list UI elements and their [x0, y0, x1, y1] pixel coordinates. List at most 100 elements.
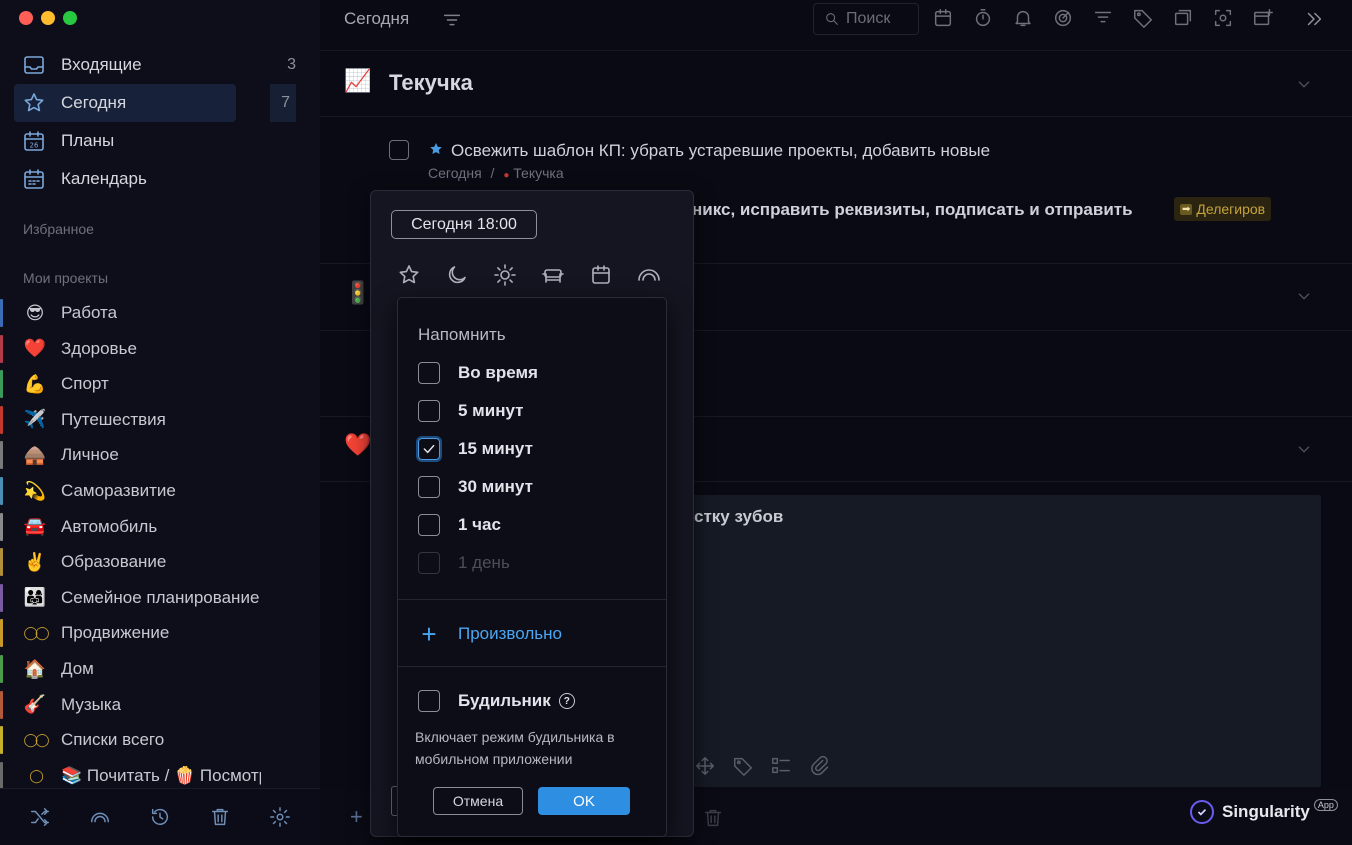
sidebar-item-plans[interactable]: 26 Планы [14, 122, 307, 160]
reminder-option[interactable]: Во время [418, 361, 538, 385]
task-edit-card: стку зубов [684, 495, 1321, 787]
cancel-button[interactable]: Отмена [433, 787, 523, 815]
project-color-bar [0, 726, 3, 755]
move-arrows-icon[interactable] [694, 755, 716, 777]
sidebar-item-calendar[interactable]: Календарь [14, 160, 307, 198]
chevron-down-icon[interactable] [1293, 285, 1315, 307]
project-label: Семейное планирование [61, 587, 260, 607]
chevron-down-icon[interactable] [1293, 438, 1315, 460]
project-label: Работа [61, 303, 118, 322]
sofa-icon[interactable] [541, 263, 565, 287]
project-color-bar [0, 583, 3, 612]
custom-reminder-button[interactable]: + Произвольно [418, 621, 562, 647]
window-controls [19, 11, 77, 25]
new-window-icon[interactable] [1252, 7, 1274, 29]
project-emoji-icon: 🛖 [23, 444, 47, 465]
task-title[interactable]: стку зубов [694, 507, 783, 527]
rainbow-icon[interactable] [637, 263, 661, 287]
alarm-label: Будильник [458, 691, 551, 710]
divider [398, 599, 666, 600]
calendar-icon[interactable] [589, 263, 613, 287]
trash-icon[interactable] [702, 807, 724, 829]
checklist-icon[interactable] [770, 755, 792, 777]
reminder-checkbox[interactable] [418, 514, 440, 536]
alarm-checkbox[interactable] [418, 690, 440, 712]
history-icon[interactable] [149, 806, 171, 828]
project-label: Здоровье [61, 338, 137, 358]
sidebar-project-item[interactable]: ✌️ Образование [0, 545, 300, 579]
sidebar-project-item[interactable]: 👨‍👩‍👧 Семейное планирование [0, 581, 300, 615]
sidebar-project-item[interactable]: 🚘 Автомобиль [0, 510, 300, 544]
sidebar-project-item[interactable]: 🏠 Дом [0, 652, 300, 686]
attachment-icon[interactable] [808, 755, 830, 777]
search-input[interactable]: Поиск [813, 3, 919, 35]
date-time-button[interactable]: Сегодня 18:00 [391, 210, 537, 239]
sun-icon[interactable] [493, 263, 517, 287]
top-bar: Сегодня Поиск [320, 0, 1352, 51]
close-window-button[interactable] [19, 11, 33, 25]
moon-icon[interactable] [445, 263, 469, 287]
reminder-option[interactable]: 5 минут [418, 399, 523, 423]
zoom-window-button[interactable] [63, 11, 77, 25]
help-icon[interactable]: ? [558, 693, 575, 709]
project-color-bar [0, 690, 3, 719]
reminder-checkbox[interactable] [418, 400, 440, 422]
rainbow-icon[interactable] [89, 806, 111, 828]
search-placeholder: Поиск [846, 10, 891, 27]
sidebar-project-item[interactable]: 😎 Работа [0, 296, 300, 330]
task-title[interactable]: никс, исправить реквизиты, подписать и о… [692, 200, 1133, 220]
group-emoji: 📈 [344, 68, 372, 93]
calendar-icon[interactable] [932, 7, 954, 29]
sidebar-item-inbox[interactable]: Входящие 3 [14, 46, 307, 84]
filter-icon[interactable] [1092, 7, 1114, 29]
reminder-option[interactable]: 30 минут [418, 475, 533, 499]
focus-icon[interactable] [1212, 7, 1234, 29]
tag-icon[interactable] [1132, 7, 1154, 29]
bell-icon[interactable] [1012, 7, 1034, 29]
sidebar-project-item[interactable]: ◯◯ Списки всего [0, 723, 300, 757]
project-color-bar [0, 655, 3, 683]
group-emoji: 🚦 [344, 280, 372, 305]
task-title[interactable]: Освежить шаблон КП: убрать устаревшие пр… [451, 141, 990, 161]
reminder-checkbox[interactable] [418, 362, 440, 384]
add-task-icon[interactable]: + [350, 804, 363, 830]
reminder-checkbox[interactable] [418, 476, 440, 498]
sidebar-project-item[interactable]: 🎸 Музыка [0, 688, 300, 722]
sidebar-project-item[interactable]: ◯◯ Продвижение [0, 616, 300, 650]
timer-icon[interactable] [972, 7, 994, 29]
sidebar-footer [0, 788, 320, 845]
double-chevron-right-icon[interactable] [1303, 8, 1325, 30]
arrow-right-icon: ➡ [1180, 203, 1193, 215]
sidebar-project-item[interactable]: ❤️ Здоровье [0, 332, 300, 366]
sidebar-project-item[interactable]: 💪 Спорт [0, 367, 300, 401]
alarm-option[interactable]: Будильник ? [418, 690, 575, 712]
star-icon[interactable] [397, 263, 421, 287]
reminder-checkbox[interactable] [418, 438, 440, 460]
star-icon [430, 143, 442, 154]
reminder-option-label: 1 день [458, 553, 510, 572]
sort-lines-icon[interactable] [441, 9, 463, 31]
cards-icon[interactable] [1172, 7, 1194, 29]
sidebar-project-item[interactable]: 🛖 Личное [0, 438, 300, 472]
ok-button[interactable]: OK [538, 787, 630, 815]
project-label: Музыка [61, 694, 122, 714]
sidebar-item-today[interactable]: Сегодня 7 [14, 84, 296, 122]
sidebar-project-item[interactable]: ✈️ Путешествия [0, 403, 300, 437]
task-checkbox[interactable] [389, 140, 409, 160]
trash-icon[interactable] [209, 806, 231, 828]
sidebar-project-item[interactable]: 💫 Саморазвитие [0, 474, 300, 508]
project-color-bar [0, 441, 3, 470]
target-icon[interactable] [1052, 7, 1074, 29]
project-label: Образование [61, 552, 167, 572]
project-emoji-icon: ✌️ [23, 551, 47, 572]
sidebar-item-label: Планы [61, 131, 115, 150]
calendar-grid-icon [24, 169, 44, 189]
reminder-option[interactable]: 1 час [418, 513, 501, 537]
shuffle-icon[interactable] [29, 806, 51, 828]
chevron-down-icon[interactable] [1293, 73, 1315, 95]
tag-icon[interactable] [732, 755, 754, 777]
settings-gear-icon[interactable] [269, 806, 291, 828]
reminder-option[interactable]: 15 минут [418, 437, 533, 461]
project-emoji-icon: ◯◯ [23, 625, 49, 641]
minimize-window-button[interactable] [41, 11, 55, 25]
